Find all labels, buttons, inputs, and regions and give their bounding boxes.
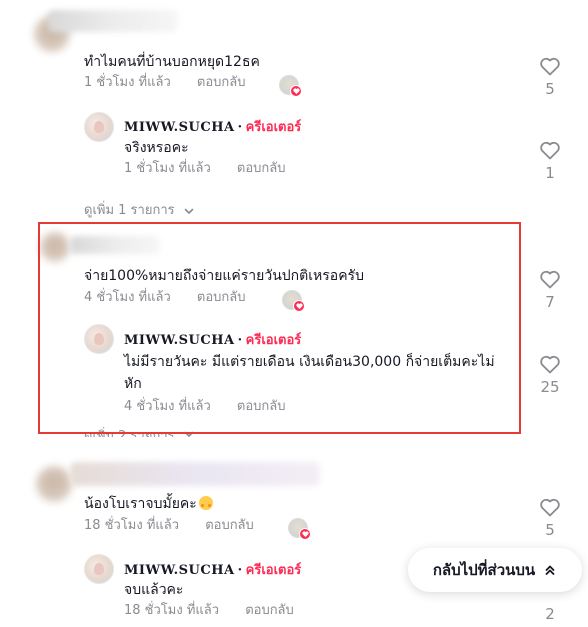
author-name[interactable]: MIWW.SUCHA <box>124 563 235 578</box>
heart-outline-icon[interactable] <box>538 138 562 162</box>
reply-text: จริงหรอคะ <box>124 140 189 156</box>
heart-outline-icon[interactable] <box>538 267 562 291</box>
heart-outline-icon[interactable] <box>538 54 562 78</box>
commenter-name[interactable] <box>70 462 320 486</box>
reply-button[interactable]: ตอบกลับ <box>237 161 286 176</box>
like-count: 1 <box>545 164 555 182</box>
comment-meta: 1 ชั่วโมง ที่แล้ว ตอบกลับ <box>84 74 268 92</box>
like-count: 2 <box>545 605 555 623</box>
reply-time: 18 ชั่วโมง ที่แล้ว <box>124 603 220 618</box>
creator-avatar[interactable] <box>84 112 114 142</box>
reply-button[interactable]: ตอบกลับ <box>245 603 294 618</box>
reply-text: จบแล้วคะ <box>124 582 184 598</box>
like-count: 5 <box>545 521 555 539</box>
creator-badge: ครีเอเตอร์ <box>245 563 302 578</box>
like-count: 25 <box>540 378 560 396</box>
reply-meta: 1 ชั่วโมง ที่แล้ว ตอบกลับ <box>124 160 308 178</box>
creator-liked-icon <box>288 518 311 540</box>
separator: · <box>237 120 243 135</box>
comment-time: 1 ชั่วโมง ที่แล้ว <box>84 75 171 90</box>
back-to-top-button[interactable]: กลับไปที่ส่วนบน <box>408 548 582 592</box>
heart-outline-icon[interactable] <box>538 495 562 519</box>
view-more-label: ดูเพิ่ม 1 รายการ <box>84 203 175 218</box>
reply-meta: 18 ชั่วโมง ที่แล้ว ตอบกลับ <box>124 602 316 620</box>
double-chevron-up-icon <box>545 565 555 575</box>
creator-author-line: MIWW.SUCHA · ครีเอเตอร์ <box>124 559 301 580</box>
commenter-avatar[interactable] <box>36 466 72 502</box>
view-more-replies[interactable]: ดูเพิ่ม 1 รายการ <box>84 199 195 220</box>
smiling-face-hearts-icon <box>198 496 213 510</box>
heart-outline-icon[interactable] <box>538 352 562 376</box>
comment-meta: 18 ชั่วโมง ที่แล้ว ตอบกลับ <box>84 517 276 535</box>
like-count: 7 <box>545 293 555 311</box>
comment-text: น้องโบเราจบมั้ยคะ <box>84 494 213 514</box>
highlight-annotation <box>38 222 521 434</box>
reply-time: 1 ชั่วโมง ที่แล้ว <box>124 161 211 176</box>
comment-time: 18 ชั่วโมง ที่แล้ว <box>84 518 180 533</box>
separator: · <box>237 563 243 578</box>
commenter-name[interactable] <box>48 10 178 32</box>
author-name[interactable]: MIWW.SUCHA <box>124 120 235 135</box>
comment-text: ทำไมคนที่บ้านบอกหยุด12ธค <box>84 54 260 70</box>
creator-avatar[interactable] <box>84 554 114 584</box>
creator-author-line: MIWW.SUCHA · ครีเอเตอร์ <box>124 116 301 137</box>
creator-liked-icon <box>279 75 302 97</box>
creator-badge: ครีเอเตอร์ <box>245 120 302 135</box>
reply-button[interactable]: ตอบกลับ <box>197 75 246 90</box>
back-to-top-label: กลับไปที่ส่วนบน <box>432 561 536 579</box>
like-count: 5 <box>545 80 555 98</box>
chevron-down-icon <box>184 208 194 214</box>
reply-button[interactable]: ตอบกลับ <box>205 518 254 533</box>
